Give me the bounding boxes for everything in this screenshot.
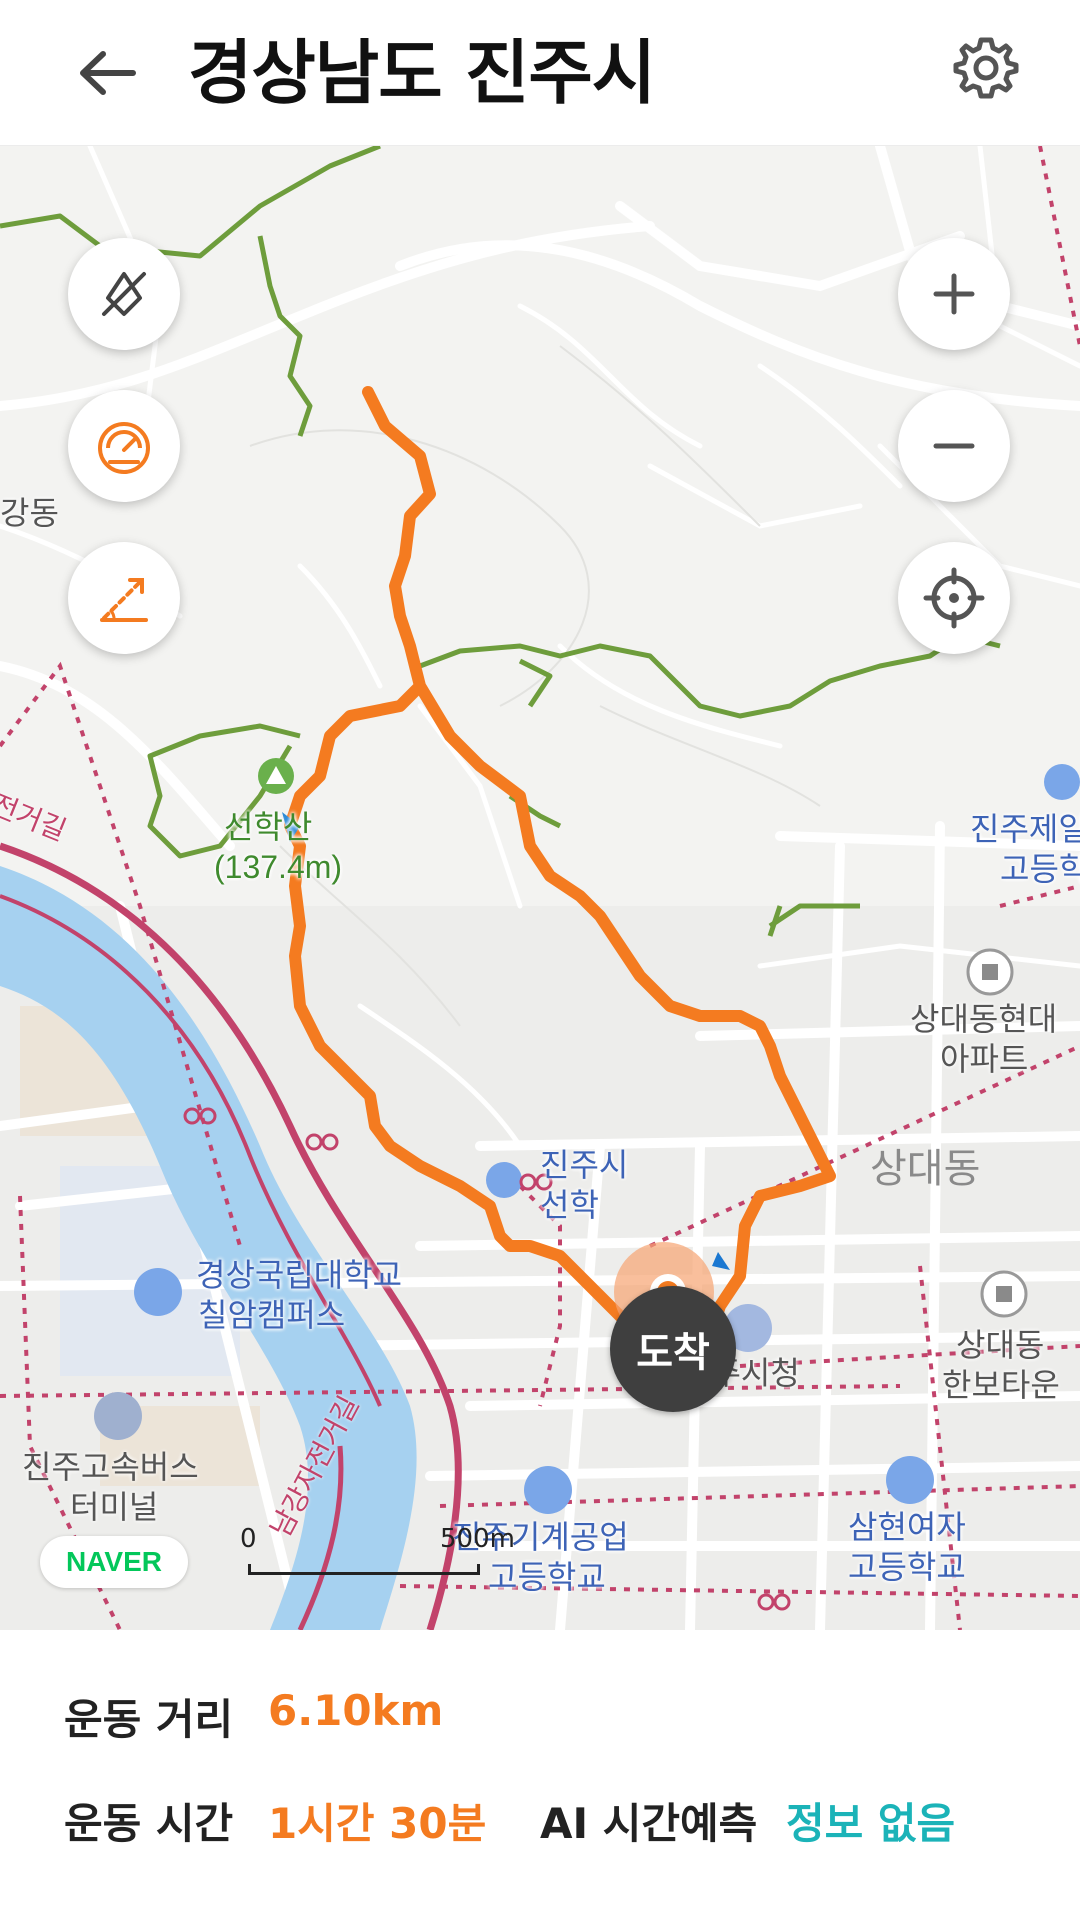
scale-end-label: 500m bbox=[440, 1524, 515, 1554]
map-label-school1-line2: 고등학 bbox=[1000, 851, 1080, 887]
scale-line bbox=[248, 1564, 480, 1575]
map-label-apt1-line2: 아파트 bbox=[940, 1041, 1029, 1077]
compass-off-icon bbox=[102, 272, 146, 316]
arrow-left-icon bbox=[80, 51, 136, 95]
map-label-museum: 진주시 bbox=[540, 1147, 629, 1183]
distance-label: 운동 거리 bbox=[64, 1695, 234, 1744]
scale-start-label: 0 bbox=[240, 1524, 257, 1554]
map-label-mountain-height: (137.4m) bbox=[214, 849, 343, 885]
map-label-bus-terminal-line2: 터미널 bbox=[70, 1489, 159, 1525]
speed-gauge-icon bbox=[98, 422, 150, 474]
ai-time-label: AI 시간예측 bbox=[540, 1799, 758, 1848]
map-label-bus-terminal: 진주고속버스 bbox=[22, 1449, 199, 1485]
speed-button[interactable] bbox=[68, 390, 180, 502]
ai-time-value: 정보 없음 bbox=[786, 1799, 956, 1848]
back-button[interactable] bbox=[72, 38, 142, 108]
map-base bbox=[0, 146, 1080, 1630]
top-app-bar: 경상남도 진주시 bbox=[0, 0, 1080, 146]
map-label-university-line2: 칠암캠퍼스 bbox=[198, 1297, 346, 1333]
time-label: 운동 시간 bbox=[64, 1799, 234, 1848]
arrival-marker[interactable]: 도착 bbox=[610, 1286, 736, 1412]
map-label-university: 경상국립대학교 bbox=[196, 1257, 403, 1293]
slope-icon bbox=[100, 578, 148, 622]
my-location-icon bbox=[923, 567, 985, 629]
my-location-button[interactable] bbox=[898, 542, 1010, 654]
map-view[interactable]: 강동 선학산 (137.4m) 진주제일 고등학 상대동현대 아파트 상대동 진… bbox=[0, 146, 1080, 1630]
map-label-school1: 진주제일 bbox=[970, 811, 1080, 847]
map-label-mountain-name: 선학산 bbox=[224, 809, 313, 845]
map-label-school3-line2: 고등학교 bbox=[848, 1549, 966, 1585]
zoom-in-icon bbox=[933, 273, 975, 315]
slope-button[interactable] bbox=[68, 542, 180, 654]
settings-button[interactable] bbox=[950, 32, 1022, 104]
time-value: 1시간 30분 bbox=[268, 1799, 487, 1848]
map-label-apt2: 상대동 bbox=[956, 1327, 1045, 1363]
map-label-dong: 강동 bbox=[0, 495, 59, 531]
map-label-sangdae: 상대동 bbox=[870, 1147, 981, 1191]
workout-stats-panel: 운동 거리 6.10km 운동 시간 1시간 30분 AI 시간예측 정보 없음 bbox=[0, 1630, 1080, 1919]
map-label-school2-line2: 고등학교 bbox=[488, 1559, 606, 1595]
zoom-out-icon bbox=[933, 443, 975, 449]
map-label-museum-line2: 선학 bbox=[540, 1187, 599, 1223]
gear-icon bbox=[953, 37, 1019, 99]
zoom-in-button[interactable] bbox=[898, 238, 1010, 350]
map-scale-bar: 0 500m bbox=[240, 1524, 515, 1584]
map-label-school3: 삼현여자 bbox=[848, 1509, 966, 1545]
map-label-apt2-line2: 한보타운 bbox=[942, 1367, 1060, 1403]
naver-logo: NAVER bbox=[40, 1536, 188, 1588]
map-label-apt1: 상대동현대 bbox=[910, 1001, 1058, 1037]
zoom-out-button[interactable] bbox=[898, 390, 1010, 502]
compass-toggle-button[interactable] bbox=[68, 238, 180, 350]
distance-value: 6.10km bbox=[268, 1686, 444, 1735]
page-title: 경상남도 진주시 bbox=[188, 32, 656, 114]
